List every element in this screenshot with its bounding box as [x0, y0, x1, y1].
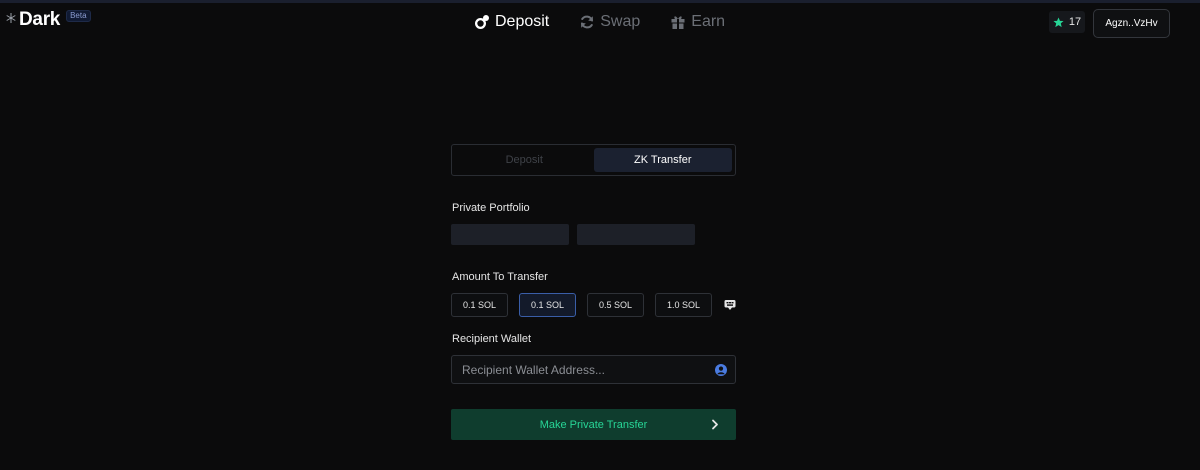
recipient-field [451, 355, 736, 384]
logo-snowflake-icon [6, 13, 16, 23]
tab-zk-transfer[interactable]: ZK Transfer [593, 148, 732, 172]
amount-option[interactable]: 0.5 SOL [587, 293, 644, 317]
amount-option[interactable]: 0.1 SOL [451, 293, 508, 317]
top-accent-line [0, 0, 1200, 3]
nav-earn-label: Earn [691, 13, 726, 30]
logo-text: Dark [19, 9, 61, 30]
app-logo[interactable]: Dark Beta [5, 9, 91, 31]
recipient-wallet-input[interactable] [462, 362, 715, 377]
custom-amount-icon[interactable] [724, 299, 736, 311]
star-count: 17 [1068, 16, 1082, 28]
portfolio-balance-placeholder [577, 224, 695, 245]
nav-swap-label: Swap [600, 13, 641, 30]
nav-deposit-label: Deposit [495, 13, 550, 30]
tab-deposit[interactable]: Deposit [455, 148, 594, 172]
transfer-mode-tabs: Deposit ZK Transfer [451, 144, 736, 176]
make-private-transfer-button[interactable]: Make Private Transfer [451, 409, 736, 440]
nav-deposit[interactable]: Deposit [474, 12, 549, 32]
amount-option[interactable]: 1.0 SOL [655, 293, 712, 317]
gift-icon [671, 16, 685, 29]
wallet-button[interactable]: Agzn..VzHv [1093, 9, 1170, 38]
amount-option-selected[interactable]: 0.1 SOL [519, 293, 576, 317]
beta-badge: Beta [66, 10, 91, 22]
amount-options: 0.1 SOL 0.1 SOL 0.5 SOL 1.0 SOL [451, 293, 736, 317]
nav-swap[interactable]: Swap [579, 12, 640, 32]
star-badge[interactable]: 17 [1049, 11, 1085, 33]
deposit-icon [475, 15, 489, 29]
nav-earn[interactable]: Earn [670, 12, 725, 32]
swap-icon [581, 15, 594, 29]
amount-label: Amount To Transfer [452, 271, 548, 283]
recipient-label: Recipient Wallet [452, 333, 532, 345]
portfolio-label: Private Portfolio [452, 202, 530, 214]
main-nav: Deposit Swap Earn [474, 12, 725, 32]
user-icon [715, 363, 727, 376]
chevron-right-icon [712, 419, 718, 430]
portfolio-balance-placeholder [451, 224, 569, 245]
star-icon [1053, 16, 1064, 27]
cta-label: Make Private Transfer [539, 418, 648, 431]
